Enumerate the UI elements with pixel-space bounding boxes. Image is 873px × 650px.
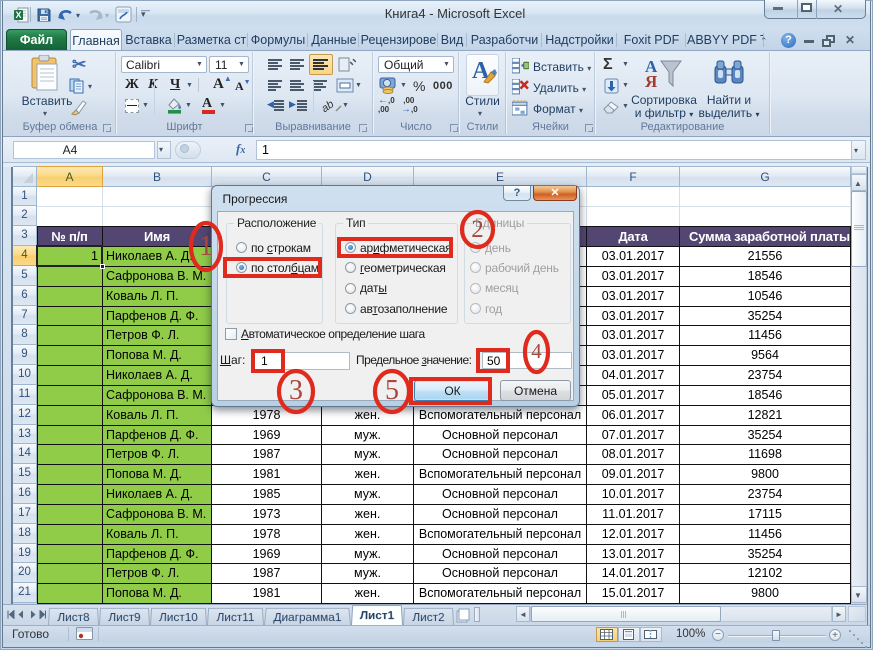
svg-text:X: X [15, 10, 21, 20]
svg-text:ab: ab [322, 98, 336, 115]
